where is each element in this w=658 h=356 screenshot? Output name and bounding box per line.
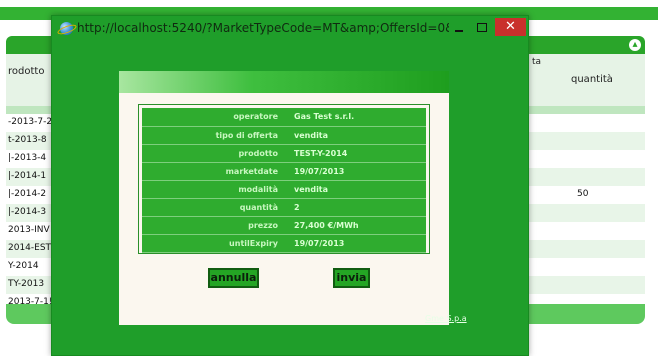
popup-title: http://localhost:5240/?MarketTypeCode=MT… <box>77 21 449 35</box>
collapse-icon[interactable]: ▴ <box>629 39 641 51</box>
row-product: t-2013-8 <box>8 135 47 145</box>
column-header-prodotto: rodotto <box>8 66 45 77</box>
offer-details-box: operatore Gas Test s.r.l. tipo di offerta v… <box>138 104 430 254</box>
detail-label: quantità <box>142 198 284 217</box>
detail-label: untilExpiry <box>142 234 284 253</box>
detail-value: vendita <box>284 126 426 145</box>
row-product: |-2013-4 <box>8 153 47 163</box>
row-product: |-2014-1 <box>8 171 47 181</box>
detail-label: prodotto <box>142 144 284 163</box>
row-product: 2014-EST <box>8 243 52 253</box>
row-product: 2013-INV <box>8 225 50 235</box>
detail-row: prodotto TEST-Y-2014 <box>142 144 426 163</box>
detail-row: marketdate 19/07/2013 <box>142 162 426 181</box>
detail-value: 19/07/2013 <box>284 162 426 181</box>
detail-value: 19/07/2013 <box>284 234 426 253</box>
row-product: TY-2013 <box>8 279 45 289</box>
detail-label: operatore <box>142 108 284 127</box>
detail-row: prezzo 27,400 €/MWh <box>142 216 426 235</box>
annulla-button[interactable]: annulla <box>208 268 259 288</box>
detail-row: modalità vendita <box>142 180 426 199</box>
popup-titlebar[interactable]: http://localhost:5240/?MarketTypeCode=MT… <box>52 16 528 41</box>
detail-label: tipo di offerta <box>142 126 284 145</box>
detail-label: modalità <box>142 180 284 199</box>
offer-details-table: operatore Gas Test s.r.l. tipo di offerta v… <box>142 108 426 253</box>
column-header-quantita: quantità <box>571 74 613 85</box>
gme-footer-link[interactable]: Gme S.p.a <box>425 314 467 323</box>
offer-confirmation-dialog: operatore Gas Test s.r.l. tipo di offerta v… <box>119 71 449 325</box>
minimize-button[interactable] <box>450 18 468 36</box>
row-product: |-2014-3 <box>8 207 47 217</box>
detail-value: Gas Test s.r.l. <box>284 108 426 127</box>
close-button[interactable]: ✕ <box>495 18 526 36</box>
detail-value: 2 <box>284 198 426 217</box>
row-product: |-2014-2 <box>8 189 47 199</box>
browser-icon <box>60 22 73 35</box>
popup-window: http://localhost:5240/?MarketTypeCode=MT… <box>51 15 529 356</box>
column-header-ta: ta <box>532 57 542 67</box>
detail-row: quantità 2 <box>142 198 426 217</box>
dialog-banner <box>119 71 449 93</box>
detail-value: vendita <box>284 180 426 199</box>
detail-label: marketdate <box>142 162 284 181</box>
detail-row: operatore Gas Test s.r.l. <box>142 108 426 127</box>
row-product: Y-2014 <box>8 261 39 271</box>
detail-value: TEST-Y-2014 <box>284 144 426 163</box>
detail-row: tipo di offerta vendita <box>142 126 426 145</box>
row-product: -2013-7-2 <box>8 117 53 127</box>
detail-label: prezzo <box>142 216 284 235</box>
detail-row: untilExpiry 19/07/2013 <box>142 234 426 253</box>
maximize-button[interactable] <box>472 18 490 36</box>
row-quantity: 50 <box>577 189 589 199</box>
detail-value: 27,400 €/MWh <box>284 216 426 235</box>
invia-button[interactable]: invia <box>333 268 370 288</box>
